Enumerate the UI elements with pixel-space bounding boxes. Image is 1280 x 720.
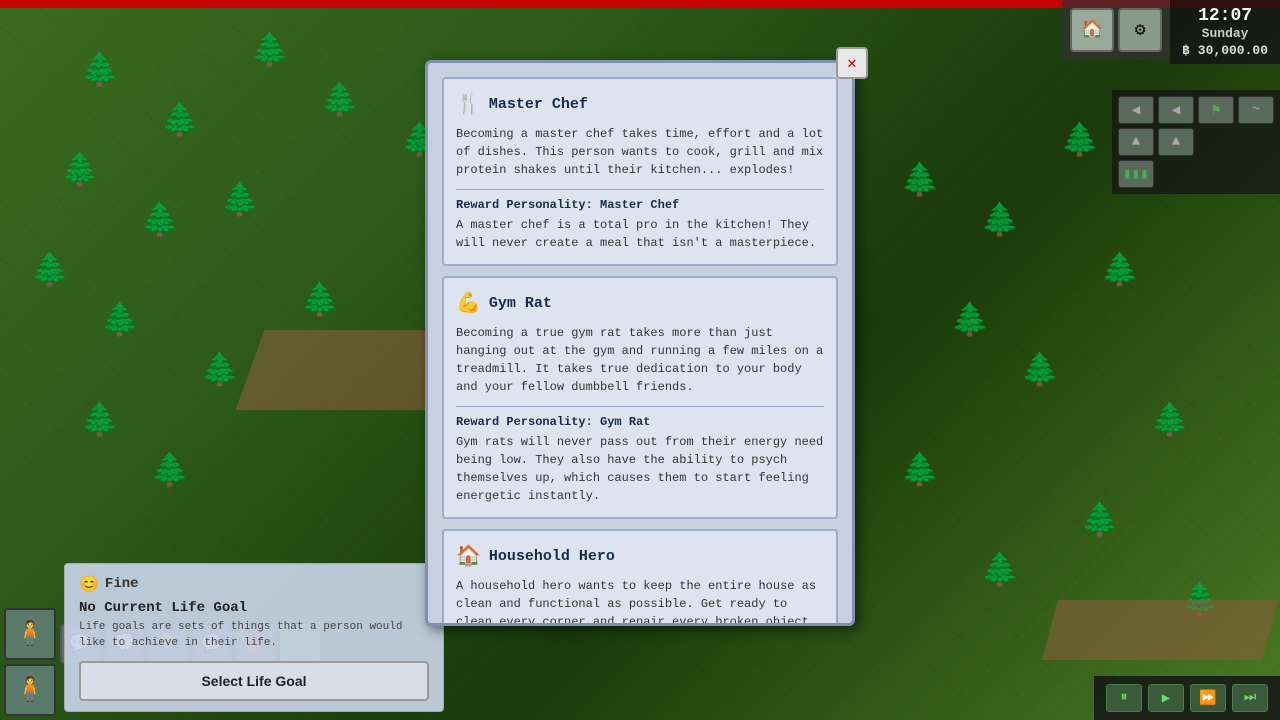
master-chef-label: Master Chef <box>489 96 588 113</box>
gym-rat-label: Gym Rat <box>489 295 552 312</box>
master-chef-reward-desc: A master chef is a total pro in the kitc… <box>456 216 824 252</box>
divider-2 <box>456 406 824 407</box>
life-goal-modal: ✕ 🍴 Master Chef Becoming a master chef t… <box>425 60 855 626</box>
goal-title-household-hero: 🏠 Household Hero <box>456 543 824 569</box>
goal-title-gym-rat: 💪 Gym Rat <box>456 290 824 316</box>
master-chef-icon: 🍴 <box>456 91 481 117</box>
household-hero-icon: 🏠 <box>456 543 481 569</box>
goal-card-gym-rat[interactable]: 💪 Gym Rat Becoming a true gym rat takes … <box>442 276 838 519</box>
gym-rat-reward-desc: Gym rats will never pass out from their … <box>456 433 824 505</box>
gym-rat-icon: 💪 <box>456 290 481 316</box>
modal-scroll[interactable]: 🍴 Master Chef Becoming a master chef tak… <box>428 63 852 623</box>
master-chef-reward-title: Reward Personality: Master Chef <box>456 198 824 212</box>
modal-close-button[interactable]: ✕ <box>836 47 868 79</box>
master-chef-desc: Becoming a master chef takes time, effor… <box>456 125 824 179</box>
gym-rat-desc: Becoming a true gym rat takes more than … <box>456 324 824 396</box>
household-hero-desc: A household hero wants to keep the entir… <box>456 577 824 623</box>
close-icon: ✕ <box>847 53 857 73</box>
goal-card-household-hero[interactable]: 🏠 Household Hero A household hero wants … <box>442 529 838 623</box>
modal-overlay: ✕ 🍴 Master Chef Becoming a master chef t… <box>0 0 1280 720</box>
goal-title-master-chef: 🍴 Master Chef <box>456 91 824 117</box>
gym-rat-reward-title: Reward Personality: Gym Rat <box>456 415 824 429</box>
divider <box>456 189 824 190</box>
goal-card-master-chef[interactable]: 🍴 Master Chef Becoming a master chef tak… <box>442 77 838 266</box>
household-hero-label: Household Hero <box>489 548 615 565</box>
